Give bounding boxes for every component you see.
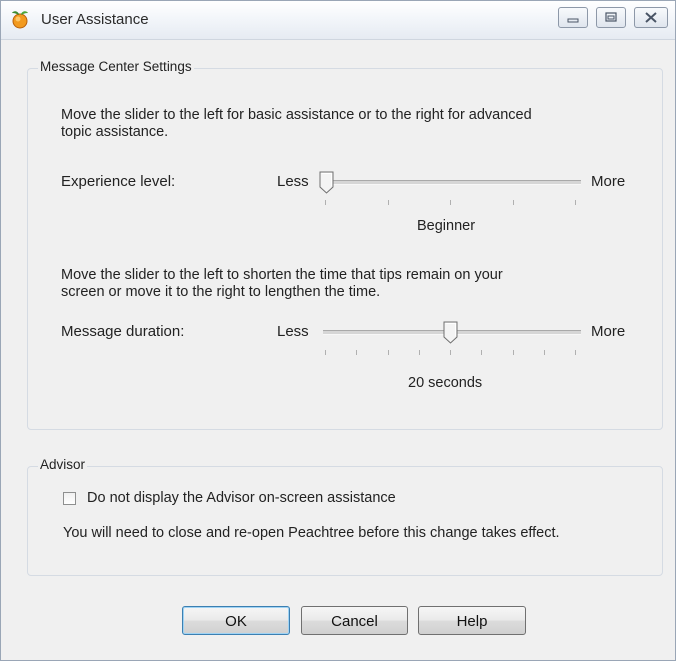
minimize-icon — [567, 18, 579, 23]
window-title: User Assistance — [41, 11, 149, 28]
minimize-button[interactable] — [558, 7, 588, 28]
experience-description-line2: topic assistance. — [61, 124, 169, 140]
slider-tick — [543, 350, 545, 355]
duration-description-line1: Move the slider to the left to shorten t… — [61, 267, 503, 283]
advisor-note: You will need to close and re-open Peach… — [63, 525, 560, 541]
restore-button[interactable] — [596, 7, 626, 28]
advisor-checkbox[interactable] — [63, 492, 76, 505]
close-icon — [645, 12, 657, 23]
experience-less-label: Less — [277, 173, 309, 190]
message-duration-label: Message duration: — [61, 323, 185, 340]
slider-tick — [575, 350, 576, 355]
title-bar: User Assistance — [1, 1, 675, 40]
slider-tick — [418, 350, 420, 355]
slider-tick — [356, 350, 358, 355]
experience-description-line1: Move the slider to the left for basic as… — [61, 107, 532, 123]
duration-less-label: Less — [277, 323, 309, 340]
experience-slider-track[interactable] — [323, 180, 581, 185]
slider-tick — [512, 350, 514, 355]
slider-tick — [325, 200, 326, 205]
experience-more-label: More — [591, 173, 626, 190]
duration-more-label: More — [591, 323, 626, 340]
restore-icon — [605, 12, 617, 22]
duration-description-line2: screen or move it to the right to length… — [61, 284, 381, 300]
slider-tick — [450, 200, 451, 205]
slider-tick — [481, 350, 483, 355]
advisor-legend: Advisor — [38, 457, 88, 472]
slider-tick — [387, 200, 389, 205]
slider-tick — [575, 200, 576, 205]
advisor-checkbox-label[interactable]: Do not display the Advisor on-screen ass… — [87, 490, 396, 507]
peachtree-app-icon — [10, 9, 30, 29]
slider-tick — [325, 350, 326, 355]
duration-slider-thumb[interactable] — [443, 321, 458, 344]
slider-tick — [450, 350, 451, 355]
advisor-group — [27, 466, 663, 576]
experience-slider-thumb[interactable] — [319, 171, 334, 194]
ok-button[interactable]: OK — [182, 606, 290, 635]
slider-tick — [512, 200, 514, 205]
experience-level-label: Experience level: — [61, 173, 176, 190]
experience-value: Beginner — [417, 218, 476, 234]
help-button[interactable]: Help — [418, 606, 526, 635]
slider-tick — [387, 350, 389, 355]
user-assistance-dialog: User Assistance Message Center Settings … — [0, 0, 676, 661]
message-center-legend: Message Center Settings — [38, 59, 194, 74]
duration-value: 20 seconds — [408, 375, 483, 391]
cancel-button[interactable]: Cancel — [301, 606, 408, 635]
close-button[interactable] — [634, 7, 668, 28]
